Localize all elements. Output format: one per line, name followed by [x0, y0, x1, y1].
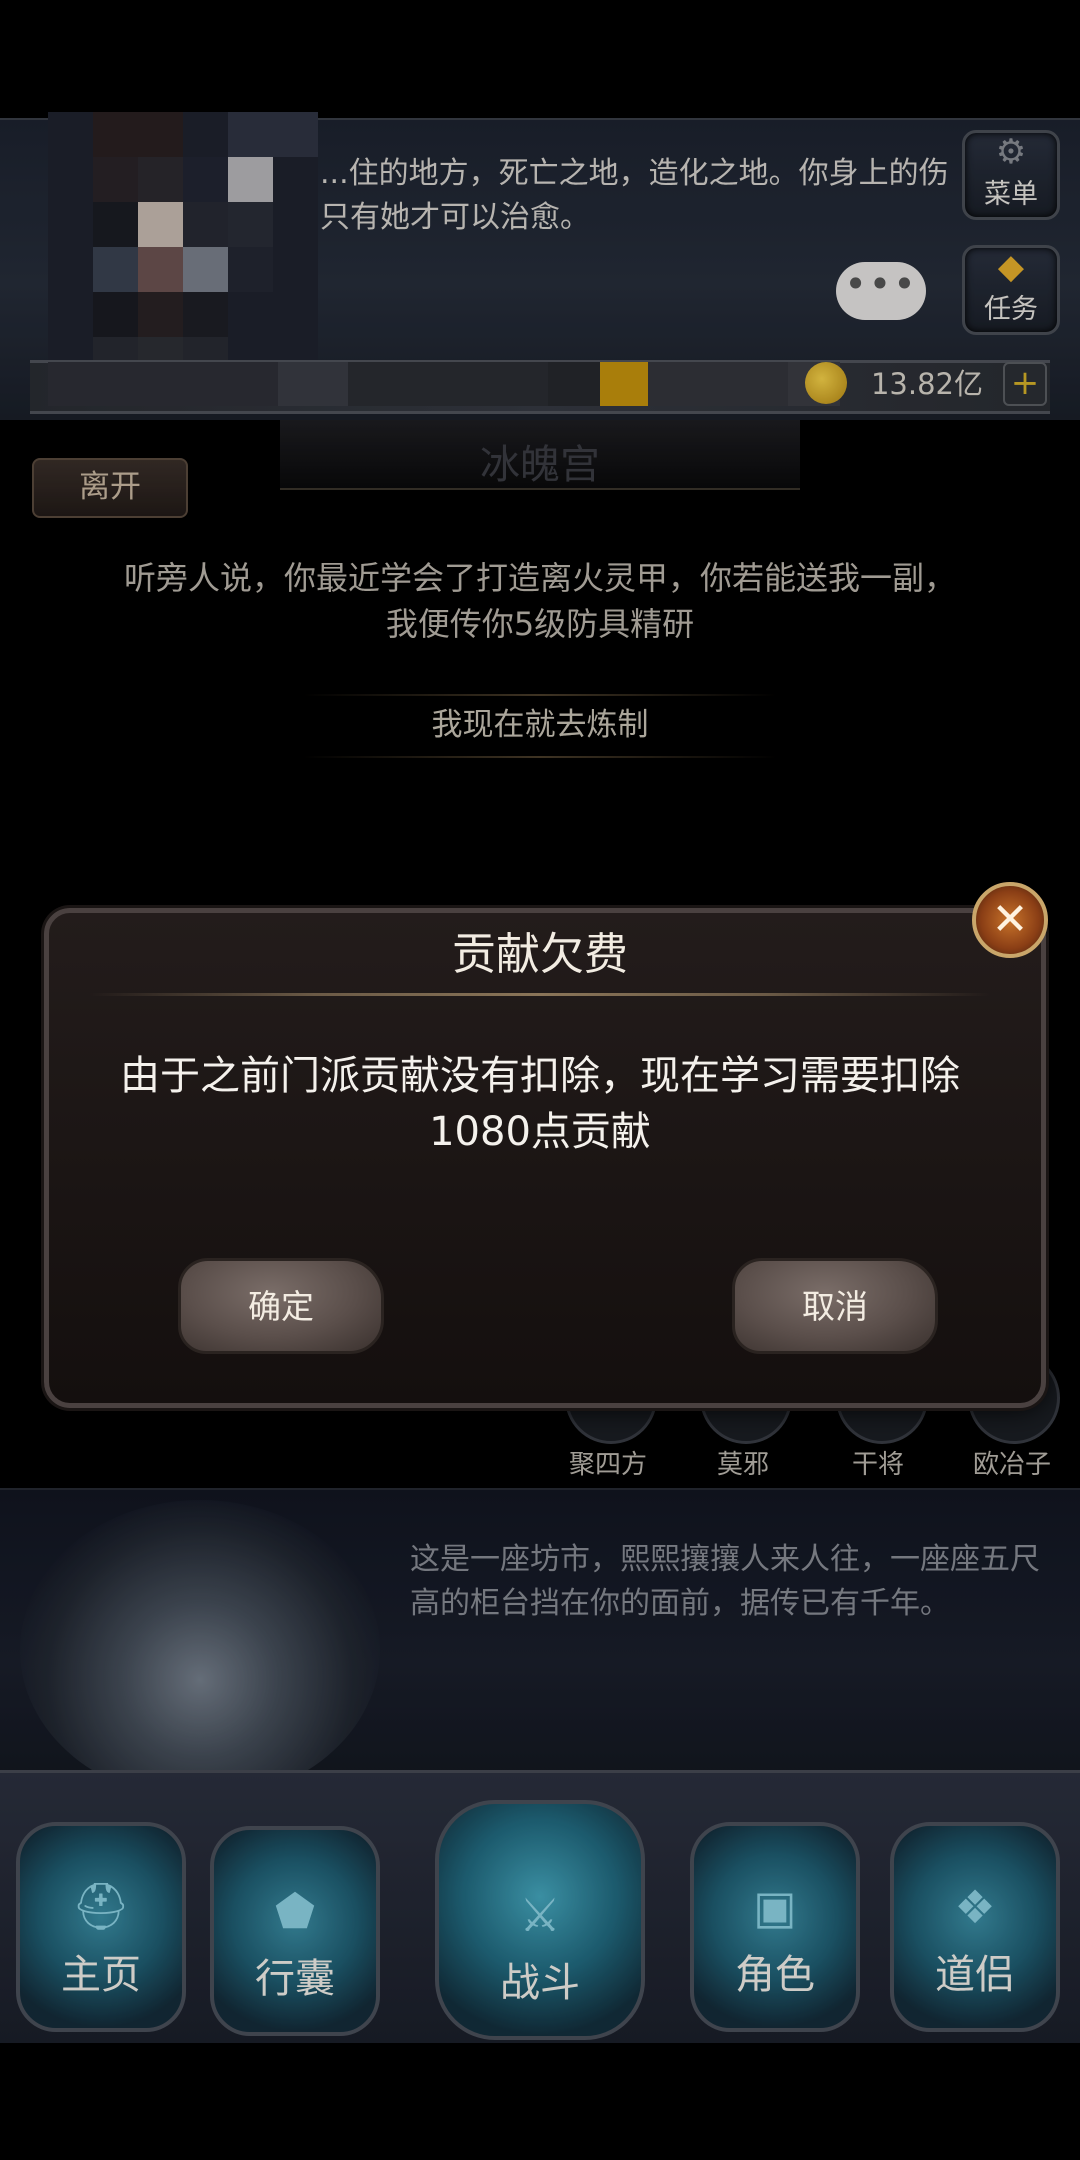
close-icon[interactable]: ✕ — [972, 882, 1048, 958]
dialog-title: 贡献欠费 — [452, 929, 628, 980]
confirm-button[interactable]: 确定 — [178, 1258, 384, 1354]
cancel-button[interactable]: 取消 — [732, 1258, 938, 1354]
dialog-message: 由于之前门派贡献没有扣除，现在学习需要扣除1080点贡献 — [120, 1053, 960, 1155]
dialog-divider — [90, 993, 990, 996]
